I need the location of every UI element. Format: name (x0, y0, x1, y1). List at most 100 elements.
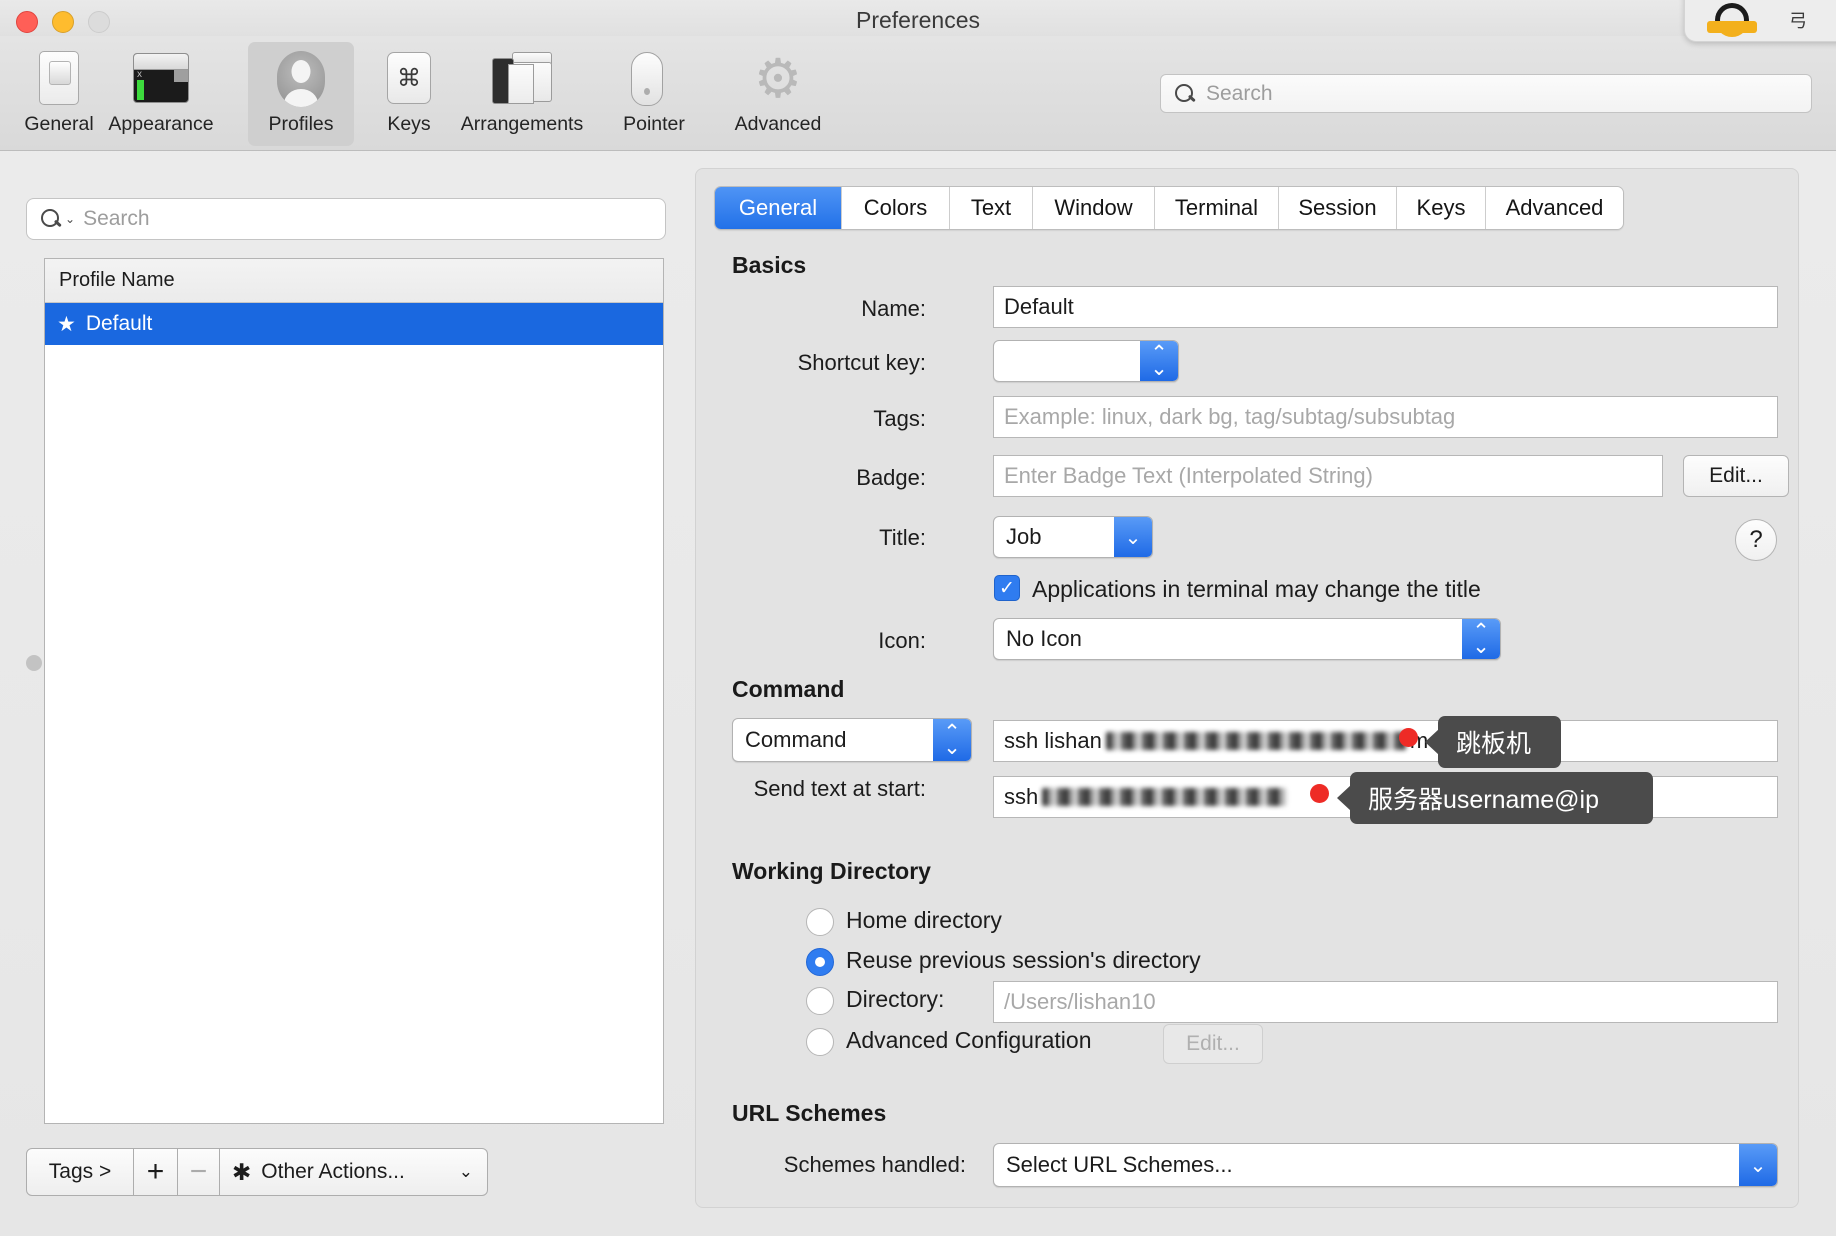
red-dot-marker (1399, 728, 1418, 747)
toolbar-search-field[interactable]: Search (1160, 74, 1812, 113)
title-label: Title: (879, 525, 926, 550)
tooltip-arrow (1425, 729, 1439, 755)
search-icon (1175, 83, 1195, 104)
chevron-down-icon[interactable]: ⌄ (65, 212, 75, 226)
icon-popup[interactable]: No Icon ⌃ ⌄ (993, 618, 1501, 660)
profiles-icon (270, 47, 332, 109)
tab-text[interactable]: Text (950, 187, 1033, 229)
command-type-popup[interactable]: Command ⌃ ⌄ (732, 718, 972, 762)
tags-label: Tags: (873, 406, 926, 431)
icon-popup-value: No Icon (1006, 626, 1082, 651)
star-icon: ★ (57, 312, 76, 336)
name-input[interactable]: Default (993, 286, 1778, 328)
toolbar-item-arrangements[interactable]: Arrangements (442, 42, 602, 146)
command-input-prefix: ssh lishan (1004, 728, 1102, 753)
badge-input-placeholder: Enter Badge Text (Interpolated String) (1004, 463, 1373, 488)
radio-reuse-previous-directory-label: Reuse previous session's directory (846, 947, 1201, 973)
other-actions-button[interactable]: ✱ Other Actions... ⌄ (220, 1148, 488, 1196)
radio-home-directory[interactable] (806, 908, 834, 936)
arrangements-icon (491, 47, 553, 109)
radio-home-directory-label: Home directory (846, 907, 1002, 933)
red-dot-marker (1310, 784, 1329, 803)
directory-input[interactable]: /Users/lishan10 (993, 981, 1778, 1023)
app-change-title-checkbox[interactable]: ✓ (994, 575, 1020, 601)
toolbar-item-advanced[interactable]: ⚙ Advanced (708, 42, 848, 146)
schemes-handled-label: Schemes handled: (783, 1152, 966, 1177)
remove-profile-button[interactable]: − (178, 1148, 220, 1196)
send-text-label: Send text at start: (753, 776, 926, 801)
plus-icon: + (146, 1155, 165, 1188)
radio-directory-label: Directory: (846, 986, 945, 1012)
chevron-down-icon: ⌄ (458, 1162, 473, 1181)
add-profile-button[interactable]: + (134, 1148, 178, 1196)
tab-advanced[interactable]: Advanced (1486, 187, 1623, 229)
badge-input[interactable]: Enter Badge Text (Interpolated String) (993, 455, 1663, 497)
toolbar-item-arrangements-label: Arrangements (460, 113, 584, 135)
working-directory-heading: Working Directory (732, 858, 931, 884)
toolbar-item-general-label: General (24, 113, 94, 135)
tab-advanced-label: Advanced (1505, 195, 1604, 220)
radio-advanced-configuration-label: Advanced Configuration (846, 1027, 1092, 1053)
toolbar-search-placeholder: Search (1206, 81, 1273, 105)
radio-advanced-configuration[interactable] (806, 1028, 834, 1056)
tab-general[interactable]: General (715, 187, 842, 229)
profile-row-label: Default (85, 312, 153, 335)
redacted-text (1042, 788, 1288, 806)
command-type-value: Command (745, 727, 847, 752)
advanced-configuration-edit-button[interactable]: Edit... (1163, 1024, 1263, 1064)
tags-button-label: Tags > (48, 1160, 112, 1183)
command-heading: Command (732, 676, 845, 702)
tags-input[interactable]: Example: linux, dark bg, tag/subtag/subs… (993, 396, 1778, 438)
toolbar-item-profiles-label: Profiles (268, 113, 334, 135)
name-input-value: Default (1004, 294, 1074, 319)
command-input[interactable]: ssh lishan m (993, 720, 1778, 762)
redacted-text (1105, 732, 1406, 750)
other-actions-label: Other Actions... (261, 1160, 405, 1183)
shortcut-key-popup[interactable]: ⌃ ⌄ (993, 340, 1179, 382)
tab-window[interactable]: Window (1033, 187, 1155, 229)
chevron-down-icon[interactable]: ⌄ (1739, 1144, 1777, 1186)
chevron-down-icon[interactable]: ⌄ (1114, 517, 1152, 557)
send-text-tooltip-text: 服务器username@ip (1368, 786, 1600, 814)
stepper-chevrons-icon[interactable]: ⌃ ⌄ (1140, 341, 1178, 381)
stepper-chevrons-icon[interactable]: ⌃ ⌄ (933, 719, 971, 761)
title-popup[interactable]: Job ⌄ (993, 516, 1153, 558)
toolbar-item-appearance[interactable]: x Appearance (108, 42, 214, 146)
badge-edit-button-label: Edit... (1709, 464, 1763, 487)
column-header-profile-name: Profile Name (59, 269, 175, 291)
toolbar-item-profiles[interactable]: Profiles (248, 42, 354, 146)
tab-keys[interactable]: Keys (1397, 187, 1486, 229)
tab-session[interactable]: Session (1279, 187, 1397, 229)
check-icon: ✓ (999, 577, 1015, 599)
overlay-base-shape (1707, 21, 1757, 33)
app-change-title-label: Applications in terminal may change the … (1032, 576, 1481, 602)
tab-colors-label: Colors (863, 195, 928, 220)
title-popup-value: Job (1006, 524, 1042, 549)
profiles-table-header[interactable]: Profile Name (45, 259, 663, 303)
toolbar-item-general[interactable]: General (6, 42, 112, 146)
title-help-button[interactable]: ? (1735, 519, 1777, 561)
tab-colors[interactable]: Colors (842, 187, 950, 229)
url-schemes-heading: URL Schemes (732, 1100, 887, 1126)
radio-directory[interactable] (806, 987, 834, 1015)
toolbar-item-pointer[interactable]: Pointer (592, 42, 716, 146)
badge-edit-button[interactable]: Edit... (1683, 455, 1789, 497)
tab-general-label: General (738, 195, 818, 220)
schemes-handled-popup[interactable]: Select URL Schemes... ⌄ (993, 1143, 1778, 1187)
command-tooltip: 跳板机 (1425, 716, 1561, 768)
window-title: Preferences (855, 7, 980, 33)
table-row[interactable]: ★ Default (45, 303, 663, 345)
tags-button[interactable]: Tags > (26, 1148, 134, 1196)
advanced-configuration-edit-label: Edit... (1186, 1032, 1240, 1055)
profile-search-input[interactable]: ⌄ Search (26, 198, 666, 240)
stepper-chevrons-icon[interactable]: ⌃ ⌄ (1462, 619, 1500, 659)
tags-input-placeholder: Example: linux, dark bg, tag/subtag/subs… (1004, 404, 1456, 429)
radio-reuse-previous-directory[interactable] (806, 948, 834, 976)
preferences-window: Preferences General x Appearance Profile… (0, 0, 1836, 1236)
toolbar-item-appearance-label: Appearance (108, 113, 214, 135)
advanced-icon: ⚙ (753, 49, 803, 109)
tab-terminal[interactable]: Terminal (1155, 187, 1279, 229)
split-view-handle[interactable] (26, 655, 42, 671)
corner-overlay-popup[interactable]: 弓 (1684, 0, 1836, 42)
tab-keys-label: Keys (1416, 195, 1466, 220)
